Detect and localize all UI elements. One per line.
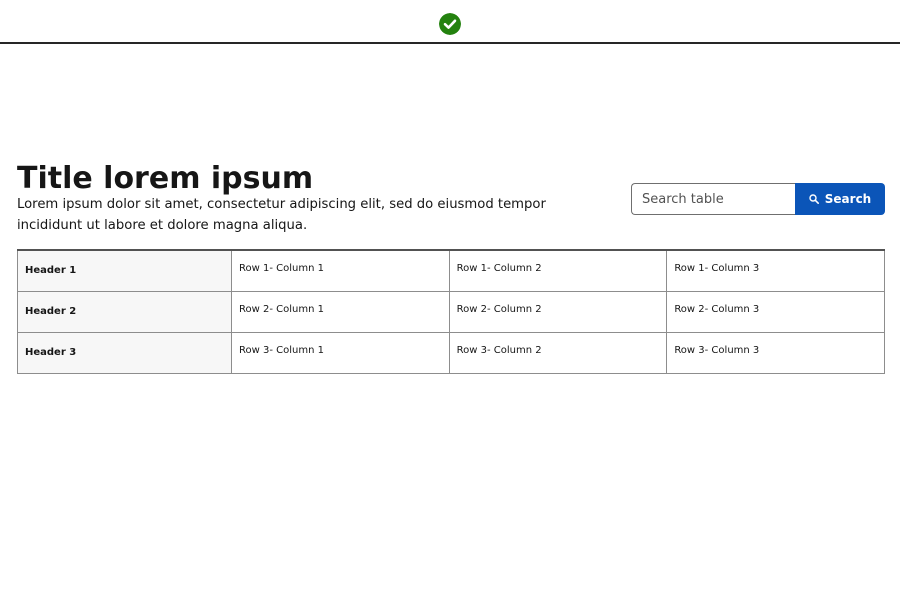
table-cell: Row 2- Column 1 (231, 290, 450, 333)
table-cell: Row 3- Column 3 (666, 331, 885, 374)
data-table: Header 1 Row 1- Column 1 Row 1- Column 2… (17, 249, 885, 374)
table-cell: Row 3- Column 1 (231, 331, 450, 374)
page-title: Title lorem ipsum (17, 161, 314, 196)
table-cell: Row 1- Column 1 (231, 249, 450, 292)
table-cell: Row 1- Column 2 (448, 249, 668, 292)
table-cell: Row 2- Column 3 (666, 290, 885, 333)
row-header: Header 3 (17, 331, 232, 374)
row-header: Header 2 (17, 290, 232, 333)
table-cell: Row 3- Column 2 (448, 331, 668, 374)
table-search: Search (631, 183, 885, 215)
search-input[interactable] (631, 183, 795, 215)
table-row: Header 3 Row 3- Column 1 Row 3- Column 2… (17, 331, 885, 374)
table-row: Header 1 Row 1- Column 1 Row 1- Column 2… (17, 249, 885, 292)
search-button[interactable]: Search (795, 183, 885, 215)
table-cell: Row 2- Column 2 (448, 290, 668, 333)
search-icon (809, 194, 819, 204)
top-bar (0, 0, 900, 44)
check-circle-icon (439, 13, 461, 35)
page-description: Lorem ipsum dolor sit amet, consectetur … (17, 197, 546, 233)
table-row: Header 2 Row 2- Column 1 Row 2- Column 2… (17, 290, 885, 333)
row-header: Header 1 (17, 249, 232, 292)
search-button-label: Search (824, 192, 872, 206)
table-cell: Row 1- Column 3 (666, 249, 885, 292)
